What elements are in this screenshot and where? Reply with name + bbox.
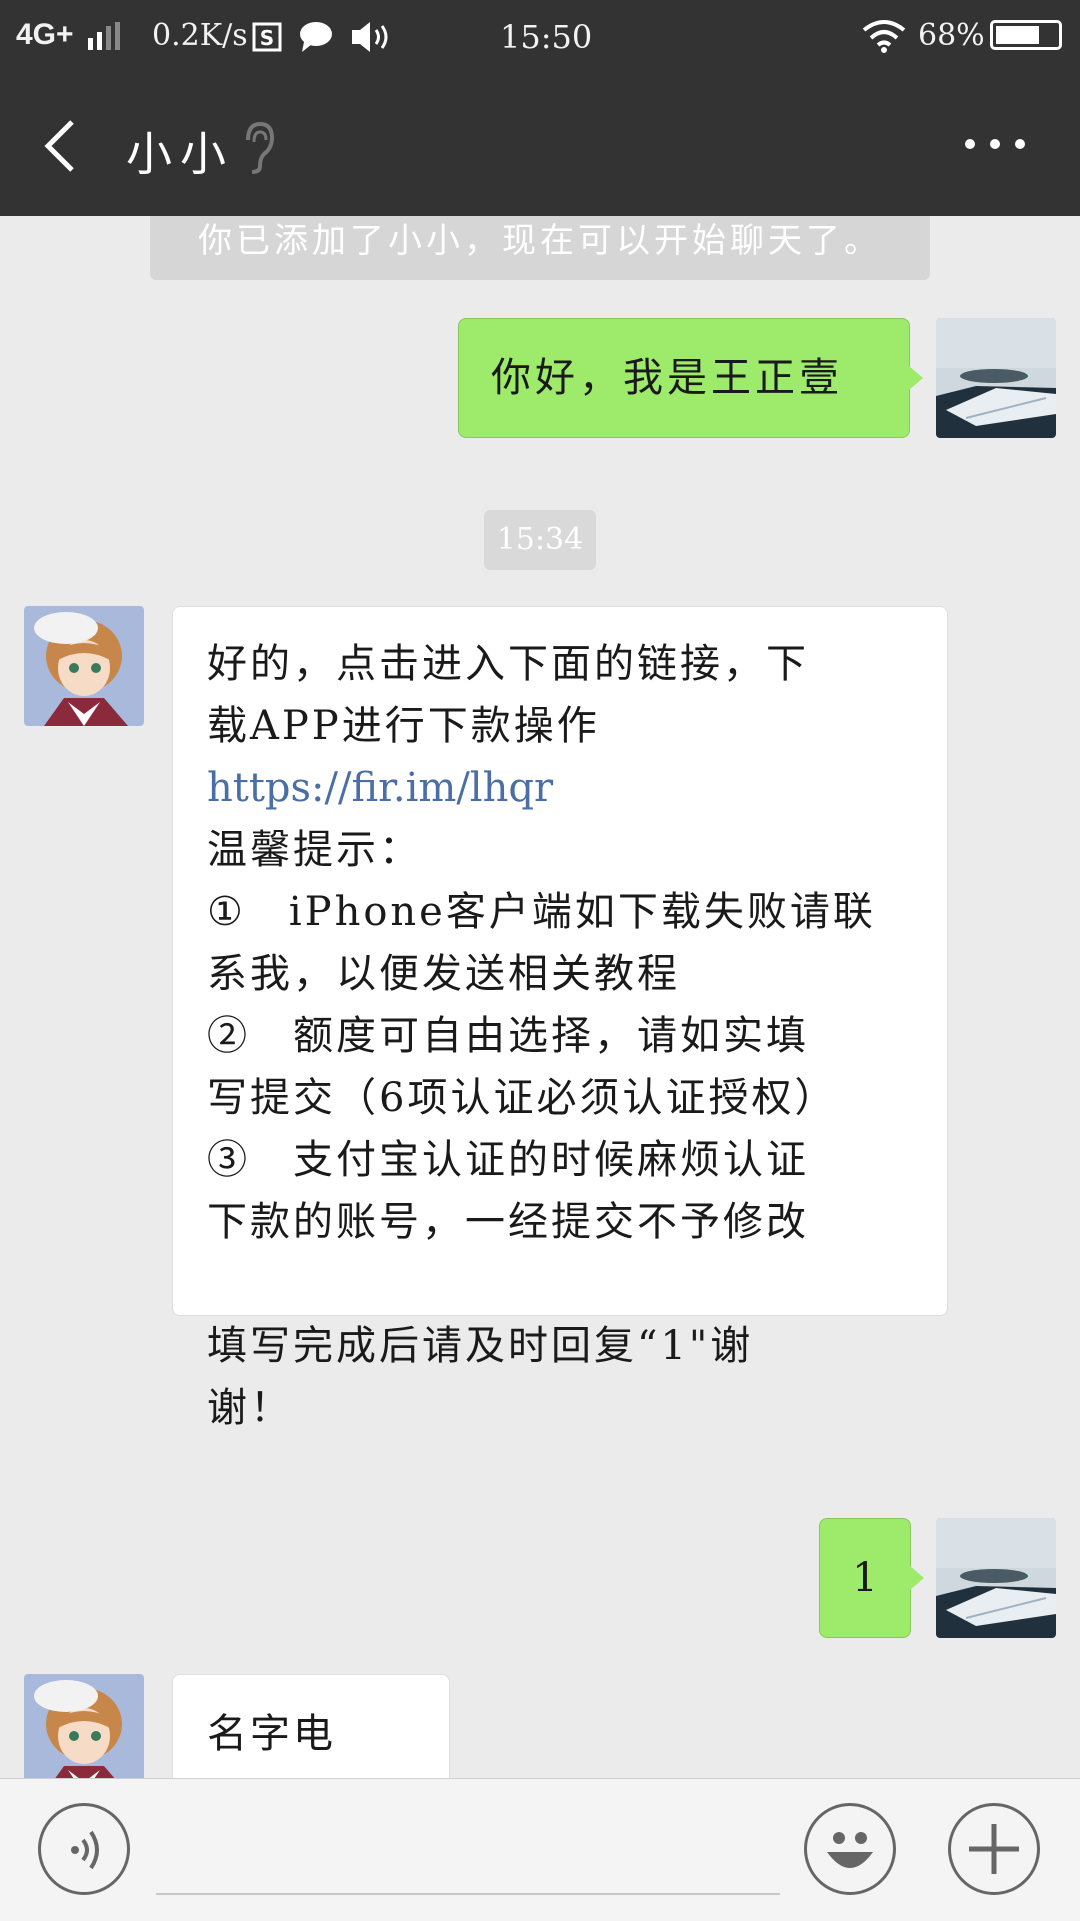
message-line <box>207 1253 947 1315</box>
chat-title: 小小 <box>126 127 234 181</box>
voice-button[interactable] <box>38 1803 130 1895</box>
my-avatar[interactable] <box>936 318 1056 438</box>
battery-icon <box>990 20 1062 50</box>
more-icon[interactable] <box>960 134 1030 154</box>
timestamp: 15:34 <box>484 510 596 570</box>
emoji-button[interactable] <box>804 1803 896 1895</box>
storage-icon: S <box>252 22 282 52</box>
message-line: 填写完成后请及时回复“1"谢 <box>207 1323 754 1369</box>
message-line: ② 额度可自由选择，请如实填 <box>207 1013 809 1059</box>
signal-icon <box>88 22 120 50</box>
message-line: 载APP进行下款操作 <box>207 703 600 749</box>
bubble-tail <box>909 366 923 390</box>
message-line: ③ 支付宝认证的时候麻烦认证 <box>207 1137 809 1183</box>
input-bar <box>0 1778 1080 1921</box>
message-text: 你好，我是王正壹 <box>491 355 843 401</box>
message-line: 写提交（6项认证必须认证授权） <box>207 1075 838 1121</box>
contact-avatar[interactable] <box>24 1674 144 1778</box>
volume-icon <box>352 22 388 52</box>
message-line: 下款的账号，一经提交不予修改 <box>207 1199 809 1245</box>
chat-bubble-icon <box>300 22 332 52</box>
outgoing-message[interactable]: 1 <box>819 1518 911 1638</box>
svg-text:S: S <box>260 26 274 50</box>
clock: 15:50 <box>500 18 593 56</box>
message-text: 1 <box>852 1555 878 1601</box>
message-input[interactable] <box>156 1893 780 1895</box>
message-line: 温馨提示： <box>207 827 422 873</box>
network-type: 4G+ <box>16 18 74 51</box>
download-link[interactable]: https://fir.im/lhqr <box>207 757 947 819</box>
message-line: 系我，以便发送相关教程 <box>207 951 680 997</box>
back-arrow-icon[interactable] <box>40 116 80 176</box>
outgoing-message[interactable]: 你好，我是王正壹 <box>458 318 910 438</box>
incoming-message[interactable]: 名字电话？ <box>172 1674 450 1778</box>
ear-icon <box>246 121 275 174</box>
voice-icon <box>71 1830 99 1870</box>
message-line: 好的，点击进入下面的链接，下 <box>207 641 809 687</box>
bubble-tail <box>910 1566 924 1590</box>
message-line: ① iPhone客户端如下载失败请联 <box>207 889 876 935</box>
message-text: 名字电话？ <box>207 1711 336 1757</box>
status-bar: 4G+ 0.2K/s S 15:50 68% <box>0 0 1080 76</box>
system-notice: 你已添加了小小，现在可以开始聊天了。 <box>150 216 930 280</box>
incoming-message[interactable]: 好的，点击进入下面的链接，下 载APP进行下款操作 https://fir.im… <box>172 606 948 1431</box>
my-avatar[interactable] <box>936 1518 1056 1638</box>
message-line: 谢！ <box>207 1385 293 1431</box>
network-speed: 0.2K/s <box>152 18 248 53</box>
plus-icon <box>969 1824 1019 1874</box>
title-bar: 小小 <box>0 76 1080 216</box>
more-functions-button[interactable] <box>948 1803 1040 1895</box>
battery-percent: 68% <box>918 18 985 53</box>
wifi-icon <box>862 20 906 53</box>
chat-area[interactable]: 你已添加了小小，现在可以开始聊天了。 你好，我是王正壹 15:34 好的，点击进… <box>0 216 1080 1778</box>
emoji-icon <box>827 1832 873 1868</box>
contact-avatar[interactable] <box>24 606 144 726</box>
